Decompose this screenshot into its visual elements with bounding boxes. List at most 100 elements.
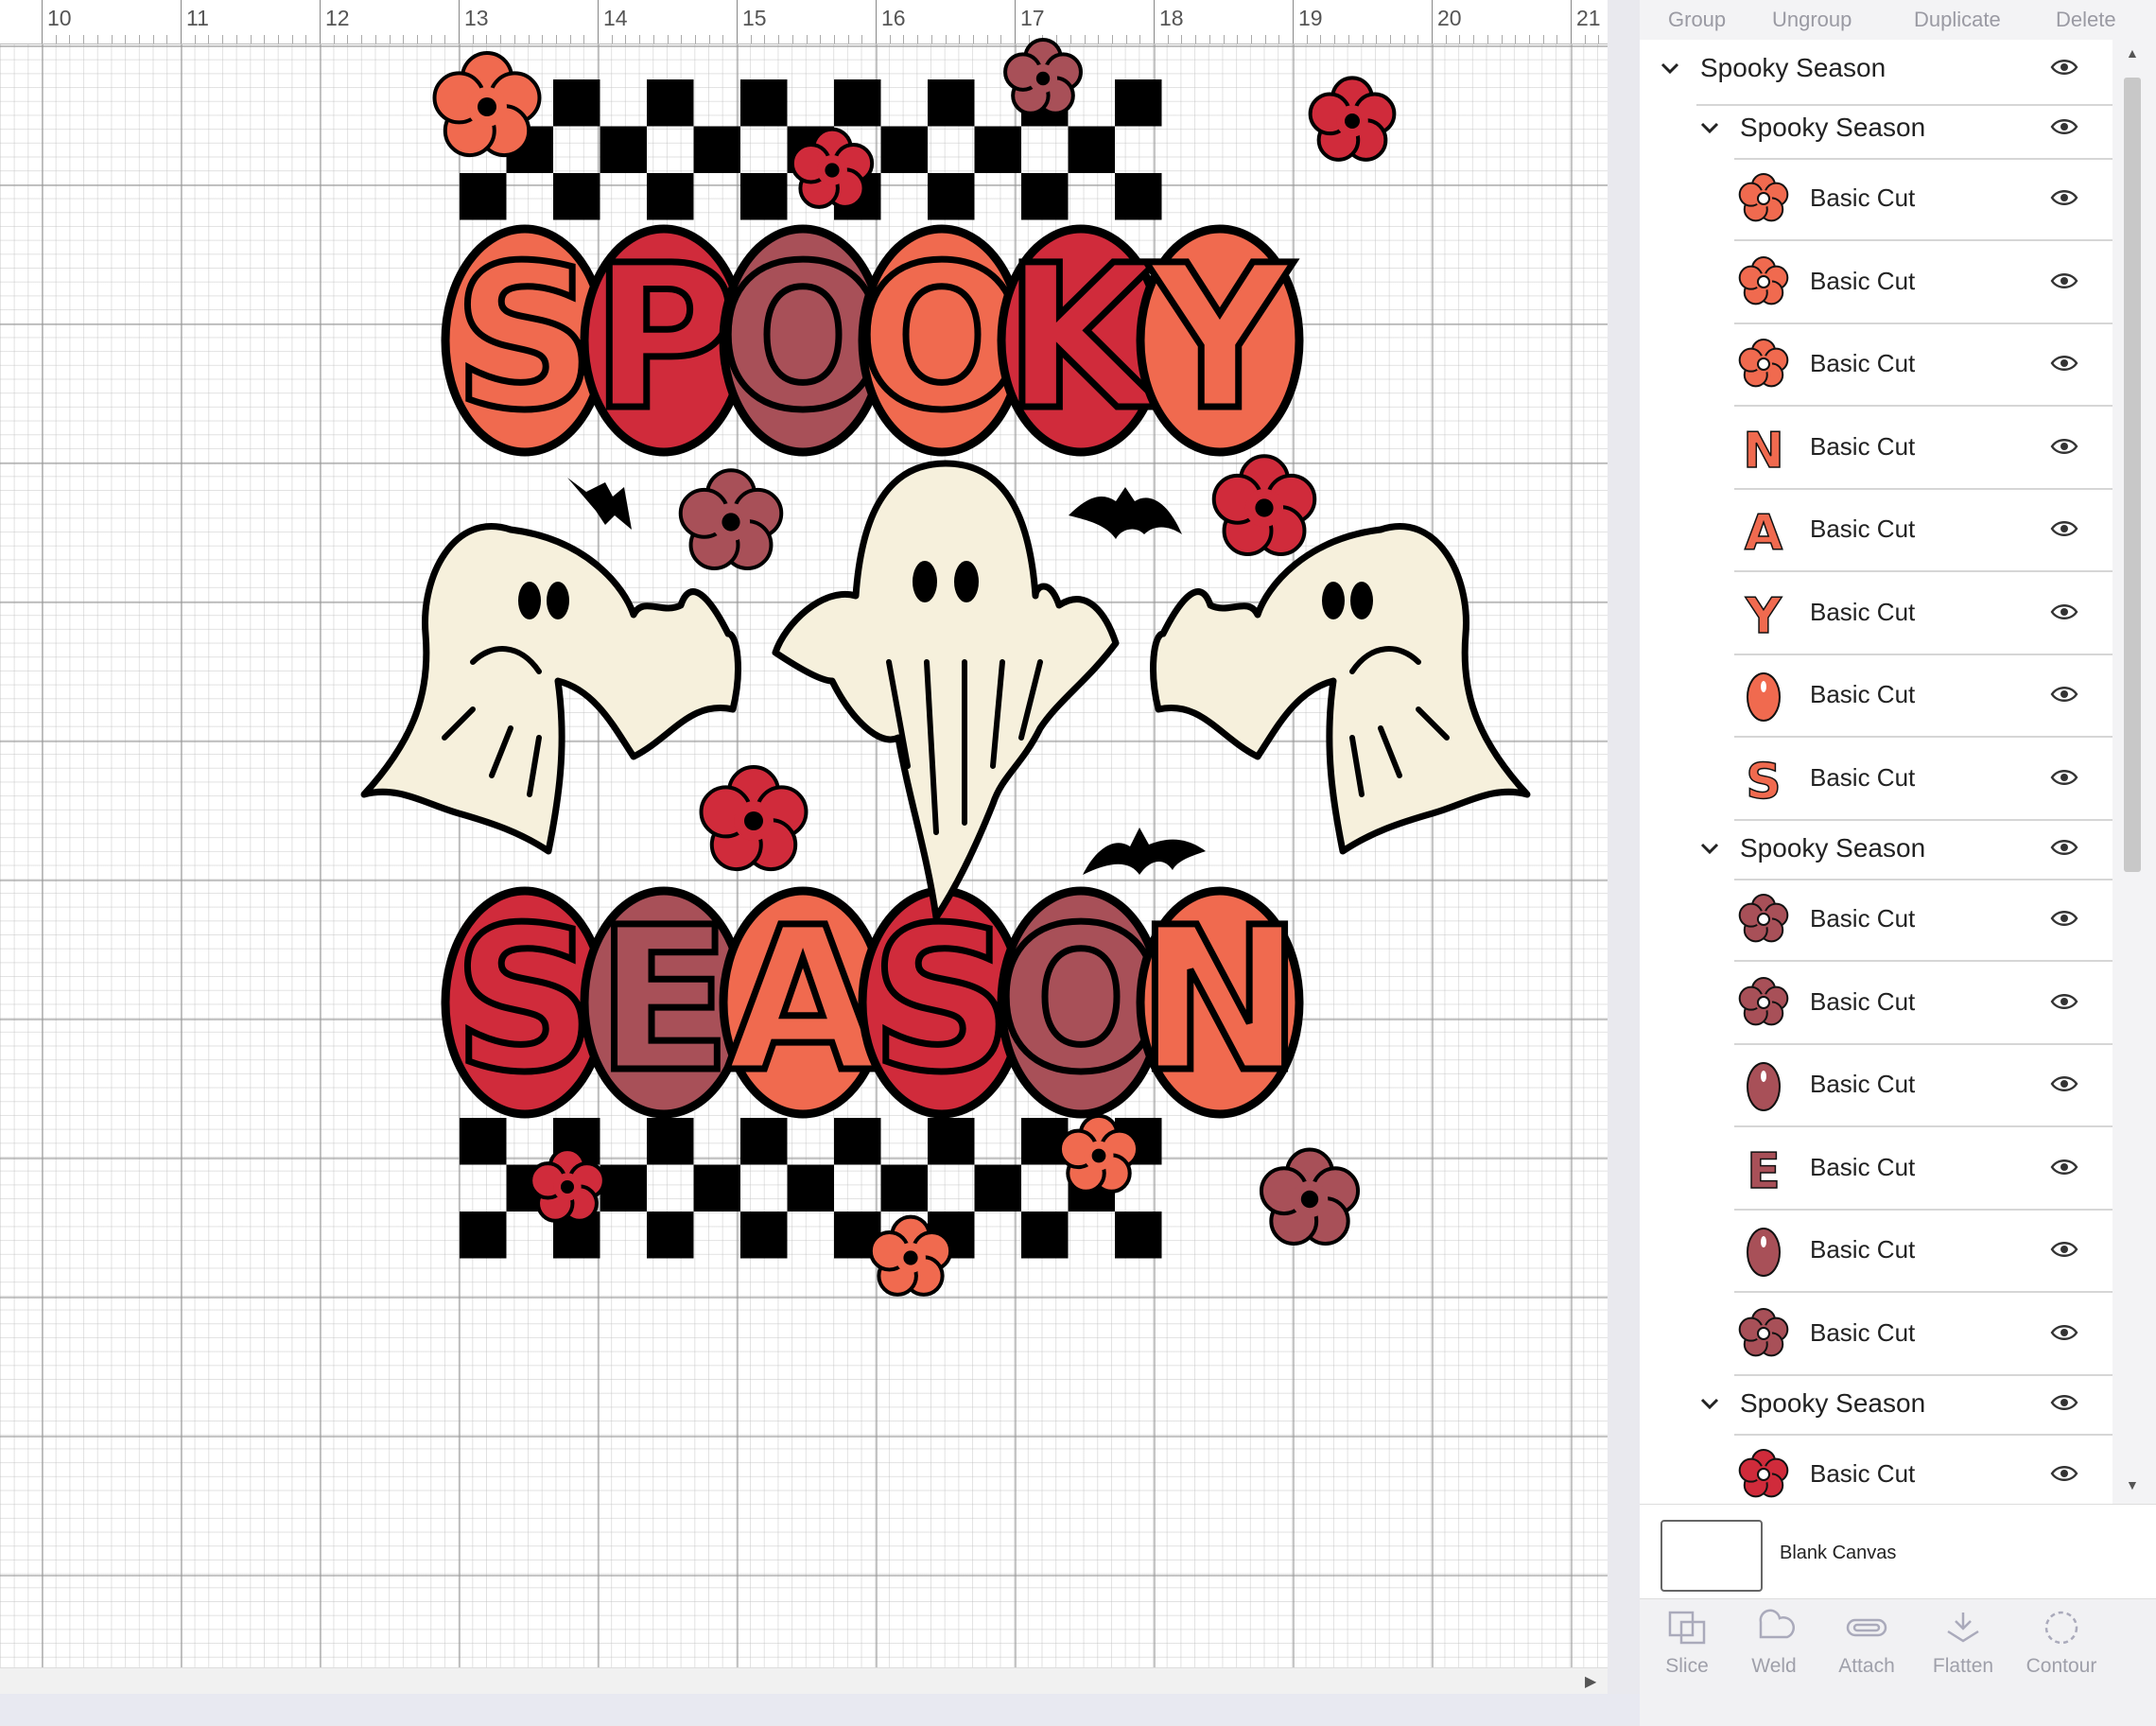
ghost-center <box>772 460 1120 921</box>
layer-item[interactable]: Y Basic Cut <box>1734 572 2113 655</box>
eye-icon[interactable] <box>2050 518 2082 541</box>
letter-glyph: Y <box>1145 222 1295 454</box>
scroll-down-icon[interactable]: ▼ <box>2126 1477 2139 1492</box>
flatten-button[interactable]: Flatten <box>1916 1609 2010 1678</box>
eye-icon[interactable] <box>2050 270 2082 293</box>
layer-item[interactable]: Basic Cut <box>1734 158 2113 241</box>
delete-button[interactable]: Delete <box>2056 8 2116 32</box>
layer-item[interactable]: Basic Cut <box>1734 1044 2113 1127</box>
weld-icon <box>1727 1609 1821 1651</box>
letter-n-icon: N <box>1734 418 1793 477</box>
svg-text:N: N <box>1743 423 1784 477</box>
attach-button[interactable]: Attach <box>1819 1609 1914 1678</box>
eye-icon[interactable] <box>2050 1322 2082 1345</box>
flower <box>1003 37 1083 115</box>
eye-icon[interactable] <box>2050 116 2082 139</box>
layer-item[interactable]: Basic Cut <box>1734 323 2113 407</box>
layer-item[interactable]: Basic Cut <box>1734 1434 2113 1504</box>
letter-e-icon: E <box>1734 1139 1793 1197</box>
checker-square <box>600 1164 647 1212</box>
layer-group-root[interactable]: Spooky Season <box>1640 40 2113 96</box>
checker-square <box>460 1118 507 1165</box>
op-label: Attach <box>1838 1655 1895 1677</box>
checker-square <box>928 173 975 220</box>
attach-icon <box>1819 1609 1914 1651</box>
duplicate-button[interactable]: Duplicate <box>1914 8 2001 32</box>
layer-item[interactable]: Basic Cut <box>1734 879 2113 962</box>
chevron-down-icon[interactable] <box>1698 837 1721 860</box>
flower <box>1308 76 1397 162</box>
eye-icon[interactable] <box>2050 1239 2082 1262</box>
layer-item[interactable]: Basic Cut <box>1734 241 2113 324</box>
checker-square <box>1021 1212 1069 1259</box>
layer-item-label: Basic Cut <box>1810 514 1916 543</box>
layer-item[interactable]: Basic Cut <box>1734 654 2113 738</box>
eye-icon[interactable] <box>2050 1463 2082 1486</box>
eye-icon[interactable] <box>2050 353 2082 375</box>
scroll-right-icon[interactable]: ▶ <box>1585 1672 1596 1691</box>
ungroup-button[interactable]: Ungroup <box>1772 8 1852 32</box>
checker-square <box>647 173 694 220</box>
scroll-up-icon[interactable]: ▲ <box>2126 45 2139 61</box>
group-title: Spooky Season <box>1700 53 1886 82</box>
checker-square <box>1115 79 1162 127</box>
blank-canvas-row[interactable]: Blank Canvas <box>1640 1504 2156 1599</box>
chevron-down-icon[interactable] <box>1698 116 1721 139</box>
layers-scrollbar[interactable]: ▲ ▼ <box>2113 40 2156 1504</box>
design-canvas[interactable]: 10 11 12 13 14 15 16 17 18 19 20 21 SPOOKY SEASON <box>0 0 1608 1667</box>
layer-group[interactable]: Spooky Season <box>1640 99 2113 156</box>
svg-text:E: E <box>1747 1143 1781 1197</box>
eye-icon[interactable] <box>2050 1073 2082 1096</box>
eye-icon[interactable] <box>2050 991 2082 1014</box>
chevron-down-icon[interactable] <box>1659 57 1681 79</box>
svg-text:Y: Y <box>1745 588 1782 642</box>
eye-icon[interactable] <box>2050 187 2082 210</box>
letter-glyph: A <box>726 884 880 1116</box>
flower <box>432 51 542 158</box>
group-button[interactable]: Group <box>1668 8 1726 32</box>
layer-item-label: Basic Cut <box>1810 1152 1916 1181</box>
layer-item-label: Basic Cut <box>1810 680 1916 708</box>
layer-item[interactable]: A Basic Cut <box>1734 489 2113 572</box>
weld-button[interactable]: Weld <box>1727 1609 1821 1678</box>
flower-icon <box>1734 253 1793 311</box>
flower-icon <box>1734 169 1793 228</box>
eye-icon[interactable] <box>2050 436 2082 459</box>
layer-item[interactable]: Basic Cut <box>1734 962 2113 1045</box>
layer-item[interactable]: Basic Cut <box>1734 1293 2113 1376</box>
word-season: S EASON <box>441 881 1306 1120</box>
eye-icon[interactable] <box>2050 837 2082 860</box>
eye-icon[interactable] <box>2050 57 2082 79</box>
layer-item[interactable]: E Basic Cut <box>1734 1127 2113 1211</box>
checker-square <box>740 79 788 127</box>
checker-square <box>647 79 694 127</box>
checker-square <box>460 1212 507 1259</box>
contour-button[interactable]: Contour <box>2014 1609 2109 1678</box>
eye-icon[interactable] <box>2050 767 2082 790</box>
checker-square <box>787 1164 834 1212</box>
eye-icon[interactable] <box>2050 1392 2082 1415</box>
flower-icon <box>1734 890 1793 949</box>
spooky-season-design[interactable]: SPOOKY S EASON <box>0 0 1608 1667</box>
eye-icon[interactable] <box>2050 601 2082 624</box>
eye-icon[interactable] <box>2050 684 2082 706</box>
layer-group[interactable]: Spooky Season <box>1640 820 2113 877</box>
eye-icon[interactable] <box>2050 908 2082 931</box>
op-label: Contour <box>2026 1655 2097 1677</box>
slice-button[interactable]: Slice <box>1640 1609 1734 1678</box>
layer-item[interactable]: N Basic Cut <box>1734 407 2113 490</box>
eye-icon[interactable] <box>2050 1157 2082 1179</box>
letter-glyph: N <box>1137 884 1303 1116</box>
checker-square <box>1115 173 1162 220</box>
checker-square <box>740 173 788 220</box>
layer-group[interactable]: Spooky Season <box>1640 1375 2113 1432</box>
scroll-thumb[interactable] <box>2124 78 2141 872</box>
canvas-swatch[interactable] <box>1660 1520 1763 1592</box>
blank-canvas-label: Blank Canvas <box>1780 1543 1897 1563</box>
checker-square <box>553 79 600 127</box>
layer-item-label: Basic Cut <box>1810 1459 1916 1488</box>
canvas-horizontal-scrollbar[interactable]: ▶ <box>0 1667 1608 1695</box>
layer-item[interactable]: Basic Cut <box>1734 1210 2113 1293</box>
layer-item[interactable]: S Basic Cut <box>1734 738 2113 821</box>
chevron-down-icon[interactable] <box>1698 1392 1721 1415</box>
